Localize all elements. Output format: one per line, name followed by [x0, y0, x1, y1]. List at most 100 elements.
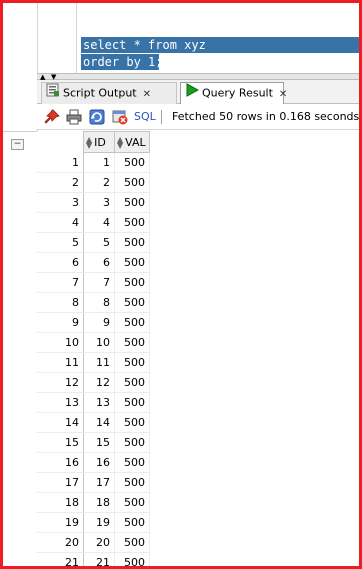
- cell-val[interactable]: 500: [114, 352, 150, 373]
- collapse-icon[interactable]: −: [11, 139, 24, 150]
- cell-val[interactable]: 500: [114, 492, 150, 513]
- cell-id[interactable]: 9: [83, 312, 115, 333]
- tab-query-result[interactable]: Query Result ✕: [180, 82, 287, 105]
- cell-val[interactable]: 500: [114, 232, 150, 253]
- row-number-cell: 11: [37, 352, 84, 373]
- cell-id[interactable]: 2: [83, 172, 115, 193]
- pane-splitter[interactable]: ▲ ▼: [37, 73, 359, 81]
- table-row[interactable]: 2 2 500: [37, 172, 150, 193]
- cell-id[interactable]: 16: [83, 452, 115, 473]
- close-icon[interactable]: ✕: [279, 85, 287, 105]
- cell-id[interactable]: 12: [83, 372, 115, 393]
- cell-val[interactable]: 500: [114, 272, 150, 293]
- cell-id[interactable]: 4: [83, 212, 115, 233]
- row-number-cell: 17: [37, 472, 84, 493]
- cell-val[interactable]: 500: [114, 552, 150, 566]
- column-header-id[interactable]: ▲ ▼ ID: [83, 131, 115, 153]
- cell-val[interactable]: 500: [114, 432, 150, 453]
- cell-val[interactable]: 500: [114, 252, 150, 273]
- cell-val[interactable]: 500: [114, 152, 150, 173]
- cancel-icon[interactable]: [112, 109, 128, 125]
- cell-id[interactable]: 20: [83, 532, 115, 553]
- cell-id[interactable]: 14: [83, 412, 115, 433]
- sort-icon[interactable]: ▲ ▼: [86, 135, 92, 149]
- run-play-icon: [185, 83, 200, 104]
- row-number-cell: 3: [37, 192, 84, 213]
- cell-val[interactable]: 500: [114, 392, 150, 413]
- table-row[interactable]: 4 4 500: [37, 212, 150, 233]
- table-row[interactable]: 10 10 500: [37, 332, 150, 353]
- cell-val[interactable]: 500: [114, 172, 150, 193]
- cell-id[interactable]: 11: [83, 352, 115, 373]
- result-grid[interactable]: ▲ ▼ ID ▲ ▼ VAL 1 1 500 2 2 500 3 3 500 4 4 500 5 5 500 6 6 50…: [37, 131, 359, 566]
- cell-val[interactable]: 500: [114, 412, 150, 433]
- editor-gutter: [37, 3, 77, 73]
- cell-id[interactable]: 13: [83, 392, 115, 413]
- refresh-icon[interactable]: [89, 109, 105, 125]
- cell-id[interactable]: 18: [83, 492, 115, 513]
- cell-val[interactable]: 500: [114, 512, 150, 533]
- left-pane-divider: [3, 131, 37, 132]
- editor-line[interactable]: select * from xyz: [81, 37, 359, 53]
- table-row[interactable]: 20 20 500: [37, 532, 150, 553]
- table-row[interactable]: 9 9 500: [37, 312, 150, 333]
- gutter-line: [37, 3, 38, 73]
- table-row[interactable]: 14 14 500: [37, 412, 150, 433]
- cell-id[interactable]: 5: [83, 232, 115, 253]
- cell-val[interactable]: 500: [114, 472, 150, 493]
- gutter-line: [76, 3, 77, 73]
- cell-id[interactable]: 15: [83, 432, 115, 453]
- table-row[interactable]: 7 7 500: [37, 272, 150, 293]
- cell-val[interactable]: 500: [114, 372, 150, 393]
- table-row[interactable]: 3 3 500: [37, 192, 150, 213]
- cell-id[interactable]: 17: [83, 472, 115, 493]
- row-number-cell: 4: [37, 212, 84, 233]
- table-row[interactable]: 15 15 500: [37, 432, 150, 453]
- cell-id[interactable]: 19: [83, 512, 115, 533]
- column-header-label: ID: [94, 135, 106, 149]
- table-row[interactable]: 1 1 500: [37, 152, 150, 173]
- cell-val[interactable]: 500: [114, 212, 150, 233]
- table-row[interactable]: 11 11 500: [37, 352, 150, 373]
- cell-val[interactable]: 500: [114, 292, 150, 313]
- cell-id[interactable]: 7: [83, 272, 115, 293]
- table-row[interactable]: 18 18 500: [37, 492, 150, 513]
- cell-id[interactable]: 10: [83, 332, 115, 353]
- cell-val[interactable]: 500: [114, 332, 150, 353]
- row-number-cell: 5: [37, 232, 84, 253]
- editor-line[interactable]: order by 1;: [81, 54, 164, 70]
- table-row[interactable]: 19 19 500: [37, 512, 150, 533]
- table-row[interactable]: 12 12 500: [37, 372, 150, 393]
- table-row[interactable]: 5 5 500: [37, 232, 150, 253]
- row-number-cell: 6: [37, 252, 84, 273]
- cell-id[interactable]: 3: [83, 192, 115, 213]
- table-row[interactable]: 6 6 500: [37, 252, 150, 273]
- cell-val[interactable]: 500: [114, 452, 150, 473]
- print-icon[interactable]: [66, 109, 82, 125]
- toolbar-separator: [161, 110, 162, 124]
- cell-val[interactable]: 500: [114, 532, 150, 553]
- column-header-val[interactable]: ▲ ▼ VAL: [114, 131, 150, 153]
- tab-label: Script Output: [63, 86, 137, 100]
- table-row[interactable]: 17 17 500: [37, 472, 150, 493]
- script-output-icon: [46, 83, 60, 104]
- cell-id[interactable]: 6: [83, 252, 115, 273]
- close-icon[interactable]: ✕: [143, 85, 151, 105]
- table-row[interactable]: 8 8 500: [37, 292, 150, 313]
- cell-id[interactable]: 21: [83, 552, 115, 566]
- tab-script-output[interactable]: Script Output ✕: [41, 82, 177, 104]
- cell-id[interactable]: 1: [83, 152, 115, 173]
- fetch-status-text: Fetched 50 rows in 0.168 seconds: [172, 110, 360, 123]
- table-row[interactable]: 21 21 500: [37, 552, 150, 566]
- sql-link[interactable]: SQL: [134, 110, 156, 123]
- table-row[interactable]: 13 13 500: [37, 392, 150, 413]
- sql-editor[interactable]: select * from xyz order by 1;: [37, 3, 359, 73]
- pin-icon[interactable]: [44, 109, 60, 125]
- column-header-label: VAL: [125, 135, 146, 149]
- cell-val[interactable]: 500: [114, 312, 150, 333]
- cell-id[interactable]: 8: [83, 292, 115, 313]
- row-number-cell: 7: [37, 272, 84, 293]
- table-row[interactable]: 16 16 500: [37, 452, 150, 473]
- sort-icon[interactable]: ▲ ▼: [117, 135, 123, 149]
- cell-val[interactable]: 500: [114, 192, 150, 213]
